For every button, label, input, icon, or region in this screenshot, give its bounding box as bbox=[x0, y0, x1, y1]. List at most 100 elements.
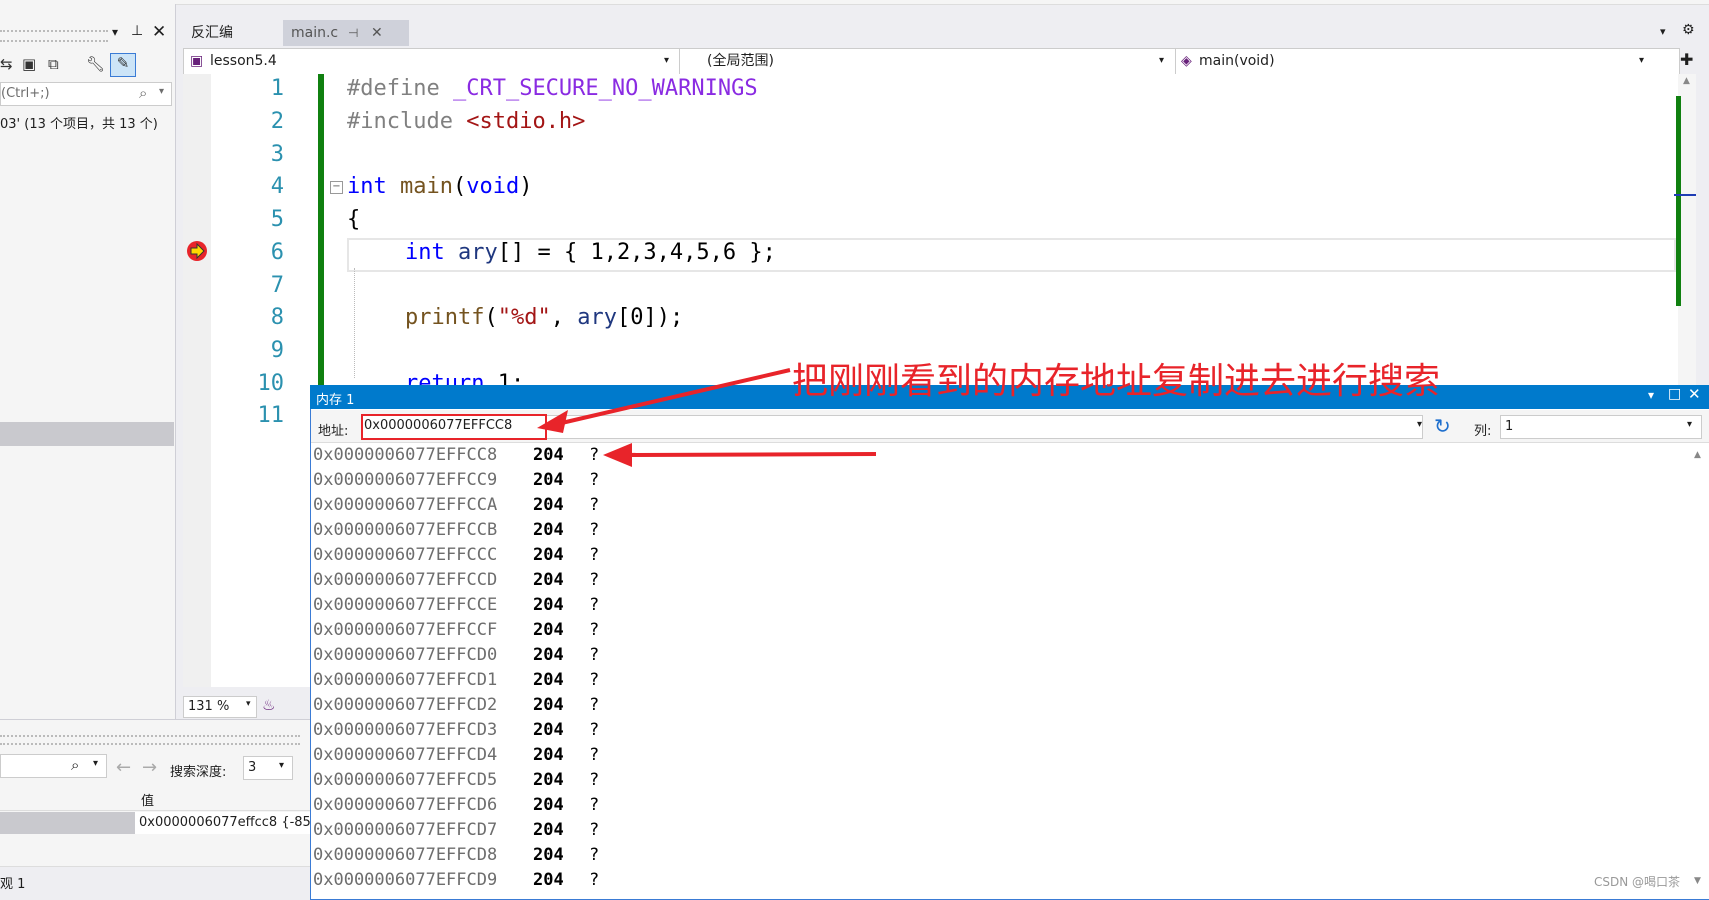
refresh-icon[interactable]: ↻ bbox=[1434, 414, 1451, 438]
close-icon[interactable]: ✕ bbox=[152, 22, 166, 42]
navigation-bar: ▣ lesson5.4 ▾ (全局范围) ▾ ◈ main(void) ▾ bbox=[183, 48, 1680, 76]
line-number: 11 bbox=[257, 403, 285, 428]
memory-window bbox=[310, 385, 1709, 900]
back-arrow-icon[interactable]: ← bbox=[116, 757, 131, 778]
memory-byte-value: 204 bbox=[533, 645, 564, 665]
columns-label: 列: bbox=[1474, 424, 1492, 439]
memory-address: 0x0000006077EFFCD6 bbox=[313, 795, 498, 815]
chevron-down-icon[interactable]: ▾ bbox=[246, 699, 251, 709]
memory-char-value: ? bbox=[589, 795, 600, 815]
chevron-down-icon[interactable]: ▾ bbox=[1687, 419, 1692, 430]
close-icon[interactable]: ✕ bbox=[1688, 385, 1701, 403]
chevron-down-icon[interactable]: ▾ bbox=[1639, 49, 1644, 73]
search-icon[interactable]: ⌕ bbox=[71, 756, 79, 774]
memory-byte-value: 204 bbox=[533, 695, 564, 715]
breakpoint-gutter[interactable] bbox=[183, 74, 211, 687]
sync-icon[interactable]: ⇆ bbox=[0, 55, 13, 73]
panel-grip[interactable] bbox=[0, 30, 108, 42]
memory-address: 0x0000006077EFFCD1 bbox=[313, 670, 498, 690]
memory-char-value: ? bbox=[589, 445, 600, 465]
line-number: 8 bbox=[270, 305, 284, 330]
memory-byte-value: 204 bbox=[533, 720, 564, 740]
search-icon[interactable]: ⌕ bbox=[139, 84, 147, 102]
pin-icon[interactable]: ⊣ bbox=[348, 20, 358, 46]
chevron-down-icon[interactable]: ▾ bbox=[1417, 419, 1422, 430]
zoom-select[interactable]: 131 % ▾ bbox=[183, 696, 257, 718]
search-depth-value: 3 bbox=[248, 760, 257, 775]
watch-row-value: 0x0000006077effcc8 {-858 bbox=[139, 815, 320, 830]
memory-byte-value: 204 bbox=[533, 845, 564, 865]
scope-label: (全局范围) bbox=[707, 53, 774, 69]
memory-address: 0x0000006077EFFCD9 bbox=[313, 870, 498, 890]
project-combo[interactable]: ▣ lesson5.4 ▾ bbox=[184, 49, 680, 75]
code-line-8: printf("%d", ary[0]); bbox=[405, 305, 683, 330]
code-line-1: #define _CRT_SECURE_NO_WARNINGS bbox=[347, 76, 758, 101]
memory-char-value: ? bbox=[589, 670, 600, 690]
tab-disassembly[interactable]: 反汇编 bbox=[183, 20, 297, 46]
tab-dropdown-icon[interactable]: ▾ bbox=[1660, 25, 1666, 38]
line-number: 3 bbox=[270, 142, 284, 167]
memory-char-value: ? bbox=[589, 470, 600, 490]
line-number: 4 bbox=[270, 174, 284, 199]
dropdown-icon[interactable]: ▾ bbox=[112, 25, 118, 39]
solution-search-input[interactable]: (Ctrl+;) ⌕ ▾ bbox=[0, 82, 172, 106]
properties-wrench-icon[interactable]: 🔧︎ bbox=[86, 55, 105, 73]
chevron-down-icon[interactable]: ▾ bbox=[93, 758, 98, 769]
memory-address: 0x0000006077EFFCCC bbox=[313, 545, 498, 565]
scope-combo[interactable]: (全局范围) ▾ bbox=[681, 49, 1176, 75]
panel-grip[interactable] bbox=[0, 735, 300, 745]
line-number: 5 bbox=[270, 207, 284, 232]
memory-byte-value: 204 bbox=[533, 795, 564, 815]
memory-address: 0x0000006077EFFCD4 bbox=[313, 745, 498, 765]
memory-byte-value: 204 bbox=[533, 495, 564, 515]
health-icon[interactable]: ♨ bbox=[262, 696, 275, 714]
watch-tab-label[interactable]: 观 1 bbox=[0, 873, 25, 892]
scroll-down-icon[interactable]: ▼ bbox=[1694, 876, 1701, 886]
value-column-header[interactable]: 值 bbox=[141, 790, 154, 809]
code-token: void bbox=[466, 174, 520, 199]
tab-label: 反汇编 bbox=[191, 25, 233, 41]
memory-char-value: ? bbox=[589, 720, 600, 740]
code-token: main bbox=[386, 174, 453, 199]
scroll-up-icon[interactable]: ▲ bbox=[1694, 450, 1701, 460]
memory-address: 0x0000006077EFFCC8 bbox=[313, 445, 498, 465]
collapse-icon[interactable]: − bbox=[330, 181, 343, 194]
tab-main-c[interactable]: main.c ⊣ ✕ bbox=[283, 20, 409, 46]
function-combo[interactable]: ◈ main(void) ▾ bbox=[1177, 49, 1657, 75]
gear-icon[interactable]: ⚙ bbox=[1682, 22, 1695, 38]
split-editor-icon[interactable]: ✚ bbox=[1680, 50, 1693, 69]
scrollbar-caret-marker bbox=[1674, 194, 1696, 196]
code-token: <stdio.h> bbox=[466, 109, 586, 134]
current-instruction-arrow-icon[interactable] bbox=[186, 240, 208, 262]
search-depth-label: 搜索深度: bbox=[170, 765, 227, 780]
selected-tree-item[interactable] bbox=[0, 422, 174, 446]
chevron-down-icon[interactable]: ▾ bbox=[664, 49, 669, 73]
memory-byte-value: 204 bbox=[533, 545, 564, 565]
memory-byte-value: 204 bbox=[533, 520, 564, 540]
collapse-all-icon[interactable]: ▣ bbox=[22, 55, 36, 73]
watch-search-input[interactable]: ⌕ ▾ bbox=[0, 754, 107, 778]
pin-icon[interactable]: ⊥ bbox=[131, 23, 143, 39]
memory-char-value: ? bbox=[589, 745, 600, 765]
preview-icon[interactable]: ✎ bbox=[110, 53, 136, 77]
window-dropdown-icon[interactable]: ▾ bbox=[1648, 388, 1654, 402]
chevron-down-icon[interactable]: ▾ bbox=[279, 760, 284, 771]
watch-row-name-selected[interactable] bbox=[0, 812, 135, 834]
maximize-icon[interactable]: □ bbox=[1668, 386, 1681, 402]
indent-guide bbox=[354, 268, 356, 378]
search-depth-select[interactable]: 3 ▾ bbox=[243, 756, 293, 780]
project-icon: ▣ bbox=[190, 53, 204, 69]
memory-scrollbar[interactable] bbox=[1690, 448, 1708, 888]
project-label: lesson5.4 bbox=[210, 53, 277, 69]
code-token: int bbox=[347, 174, 387, 199]
chevron-down-icon[interactable]: ▾ bbox=[1159, 49, 1164, 73]
scroll-up-icon[interactable]: ▲ bbox=[1683, 76, 1690, 86]
show-all-files-icon[interactable]: ⧉ bbox=[48, 55, 59, 73]
columns-select[interactable]: 1 ▾ bbox=[1500, 415, 1702, 439]
memory-byte-value: 204 bbox=[533, 620, 564, 640]
chevron-down-icon[interactable]: ▾ bbox=[159, 86, 164, 97]
memory-byte-value: 204 bbox=[533, 870, 564, 890]
forward-arrow-icon[interactable]: → bbox=[142, 757, 157, 778]
close-icon[interactable]: ✕ bbox=[371, 20, 383, 46]
columns-value: 1 bbox=[1505, 419, 1514, 434]
